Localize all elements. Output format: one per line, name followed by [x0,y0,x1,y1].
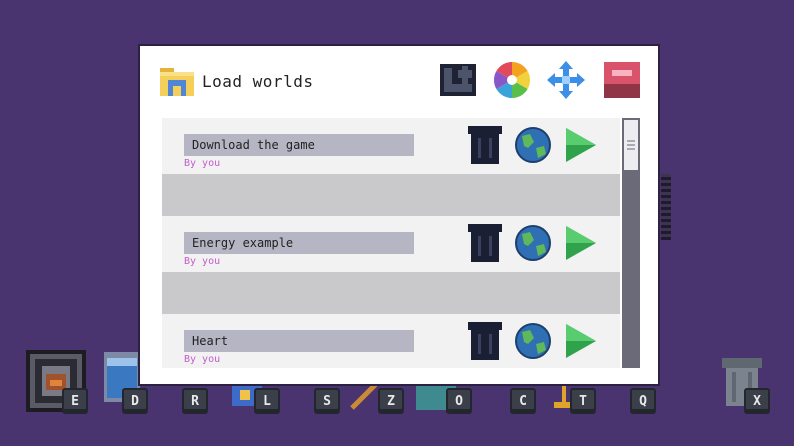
play-icon[interactable] [562,222,600,264]
hotkey-o: O [446,388,472,414]
world-list[interactable]: Download the game By you Energy example … [162,118,620,368]
hotkey-d: D [122,388,148,414]
hotkey-z: Z [378,388,404,414]
color-wheel-icon[interactable] [492,60,532,100]
hotkey-s: S [314,388,340,414]
world-name: Download the game [184,134,414,156]
close-square-icon[interactable] [602,60,642,100]
list-separator [162,272,620,314]
hotkey-l: L [254,388,280,414]
trash-icon[interactable] [466,222,504,264]
scrollbar[interactable] [622,118,640,368]
world-name: Energy example [184,232,414,254]
world-name: Heart [184,330,414,352]
puzzle-arrow-icon[interactable] [438,60,478,100]
world-row[interactable]: Download the game By you [162,118,620,174]
grip-line [627,144,635,146]
folder-icon [160,68,194,96]
scrollbar-thumb[interactable] [624,120,638,170]
hotkey-q: Q [630,388,656,414]
world-author: By you [184,354,221,365]
four-way-arrow-icon[interactable] [546,60,586,100]
hotkey-t: T [570,388,596,414]
list-separator [162,174,620,216]
play-icon[interactable] [562,124,600,166]
hotkey-r: R [182,388,208,414]
globe-icon[interactable] [514,124,552,166]
chain-decoration [661,174,671,240]
grip-line [627,140,635,142]
hotkey-e: E [62,388,88,414]
globe-icon[interactable] [514,320,552,362]
play-icon[interactable] [562,320,600,362]
load-worlds-dialog: Load worlds Download the game By you Ene… [138,44,660,386]
dialog-title: Load worlds [202,72,314,91]
trash-icon[interactable] [466,124,504,166]
world-author: By you [184,158,221,169]
world-row[interactable]: Energy example By you [162,216,620,272]
world-author: By you [184,256,221,267]
world-row[interactable]: Heart By you [162,314,620,368]
hotkey-x: X [744,388,770,414]
grip-line [627,148,635,150]
trash-icon[interactable] [466,320,504,362]
globe-icon[interactable] [514,222,552,264]
hotkey-c: C [510,388,536,414]
